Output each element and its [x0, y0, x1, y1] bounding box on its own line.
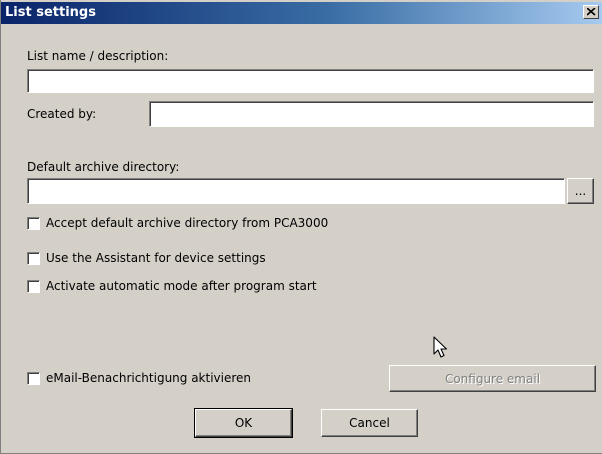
list-settings-dialog: List settings List name / description: C…: [0, 0, 602, 454]
window-title: List settings: [5, 5, 96, 20]
archive-directory-input[interactable]: [27, 178, 565, 204]
close-button[interactable]: [583, 5, 599, 19]
ok-button[interactable]: OK: [194, 408, 293, 438]
email-notification-label: eMail-Benachrichtigung aktivieren: [46, 371, 252, 385]
configure-email-label: Configure email: [444, 371, 541, 386]
activate-automatic-mode-option[interactable]: Activate automatic mode after program st…: [27, 278, 317, 294]
title-bar[interactable]: List settings: [1, 2, 602, 24]
email-notification-option[interactable]: eMail-Benachrichtigung aktivieren: [27, 370, 251, 386]
use-assistant-option[interactable]: Use the Assistant for device settings: [27, 250, 266, 266]
archive-directory-label: Default archive directory:: [27, 160, 180, 174]
configure-email-button[interactable]: Configure email: [389, 365, 596, 392]
activate-automatic-mode-label: Activate automatic mode after program st…: [46, 279, 317, 293]
accept-default-archive-checkbox[interactable]: [27, 216, 40, 230]
mouse-pointer-icon: [433, 336, 448, 358]
accept-default-archive-label: Accept default archive directory from PC…: [46, 216, 329, 230]
activate-automatic-mode-checkbox[interactable]: [27, 279, 40, 293]
list-name-label: List name / description:: [27, 49, 169, 63]
list-name-input[interactable]: [27, 69, 594, 93]
email-notification-checkbox[interactable]: [27, 371, 40, 385]
created-by-label: Created by:: [27, 107, 97, 121]
browse-directory-button[interactable]: ...: [567, 178, 594, 204]
ok-button-label: OK: [234, 416, 253, 430]
use-assistant-label: Use the Assistant for device settings: [46, 251, 266, 265]
close-icon: [587, 8, 596, 16]
cancel-button[interactable]: Cancel: [321, 409, 418, 437]
accept-default-archive-option[interactable]: Accept default archive directory from PC…: [27, 215, 328, 231]
browse-button-label: ...: [574, 184, 587, 198]
created-by-input[interactable]: [149, 101, 594, 127]
use-assistant-checkbox[interactable]: [27, 251, 40, 265]
cancel-button-label: Cancel: [349, 416, 390, 430]
